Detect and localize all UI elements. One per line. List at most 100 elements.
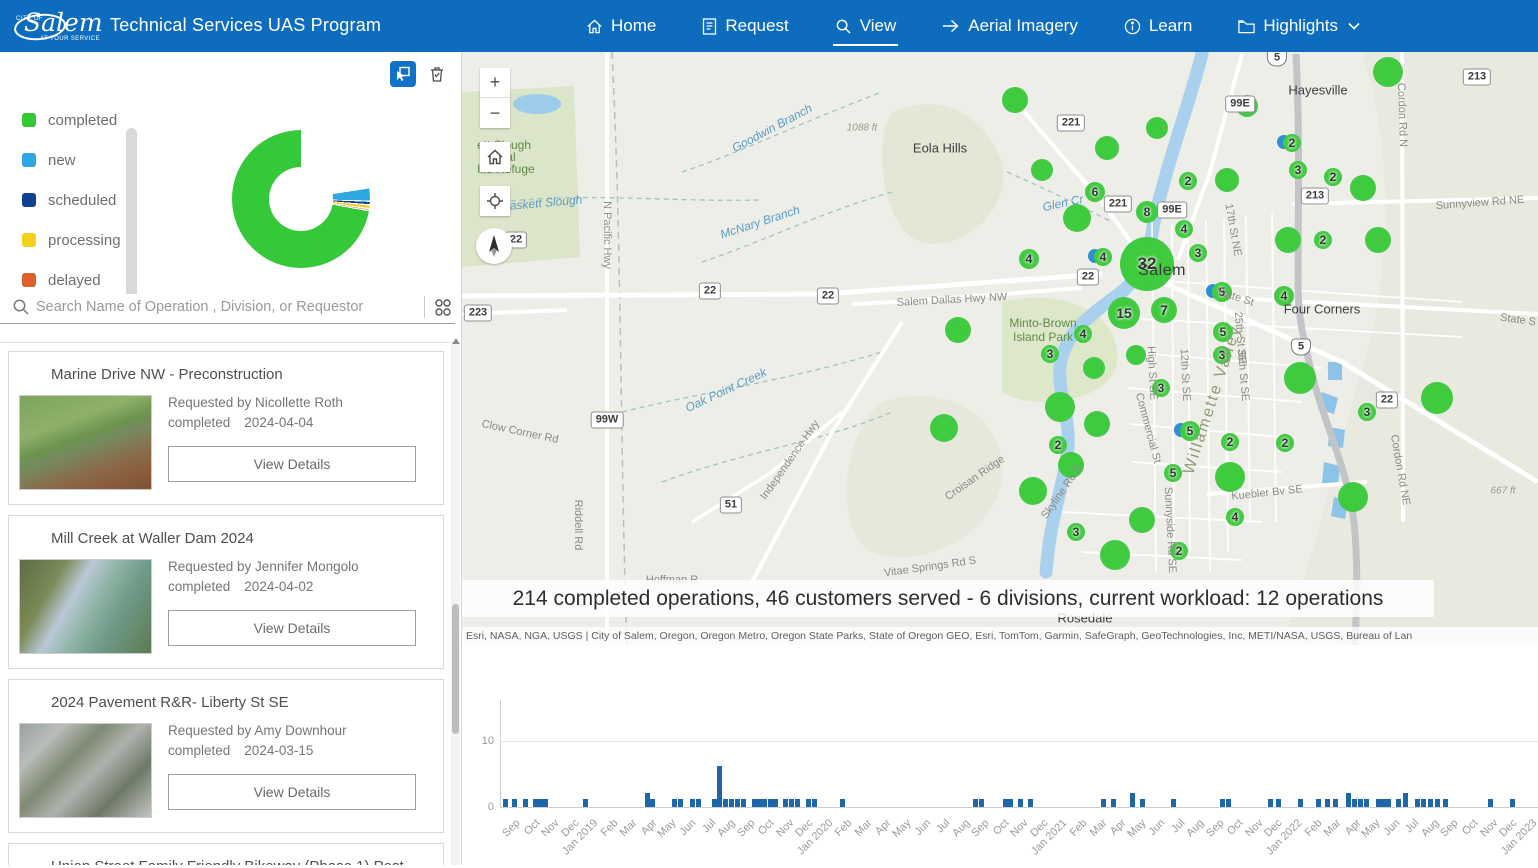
home-extent-button[interactable]	[480, 142, 510, 172]
point-marker[interactable]	[1126, 345, 1146, 365]
chart-bar[interactable]	[1421, 799, 1427, 807]
nav-item-home[interactable]: Home	[570, 0, 672, 52]
map-canvas[interactable]: 2 3 2 6 8 2 4 4 32 3 4 2 15 7 5 4 4 3 3 5 3 3 2 5 2 2 5 4 3 2 22 223 22…	[462, 52, 1538, 645]
chart-bar[interactable]	[1027, 799, 1033, 807]
point-marker[interactable]	[1215, 462, 1245, 492]
chart-bar[interactable]	[695, 799, 701, 807]
chart-bar[interactable]	[772, 799, 778, 807]
city-of-salem-logo[interactable]: CITY OF Salem AT YOUR SERVICE	[12, 6, 103, 46]
chart-bar[interactable]	[1363, 799, 1369, 807]
clear-selection-trash-icon[interactable]	[424, 61, 450, 87]
chart-bar[interactable]	[1007, 799, 1013, 807]
cluster-marker-2[interactable]: 2	[1179, 172, 1197, 190]
cards-scroll-thumb[interactable]	[452, 604, 459, 734]
chart-bar[interactable]	[1139, 799, 1145, 807]
cluster-marker-2[interactable]: 2	[1221, 433, 1239, 451]
chart-bar[interactable]	[522, 799, 528, 807]
chart-bar[interactable]	[840, 799, 846, 807]
chart-bar[interactable]	[582, 799, 588, 807]
cluster-marker-2[interactable]: 2	[1314, 231, 1332, 249]
cluster-marker-15[interactable]: 15	[1108, 297, 1140, 329]
chart-bar[interactable]	[812, 799, 818, 807]
point-marker[interactable]	[1045, 392, 1075, 422]
nav-item-request[interactable]: Request	[686, 0, 804, 52]
chart-bar[interactable]	[782, 799, 788, 807]
point-marker[interactable]	[1146, 117, 1168, 139]
point-marker[interactable]	[1215, 168, 1239, 192]
chart-bar[interactable]	[979, 799, 985, 807]
cluster-marker-8[interactable]: 8	[1136, 201, 1158, 223]
chart-bar[interactable]	[740, 799, 746, 807]
chart-bar[interactable]	[1386, 799, 1392, 807]
legend-item-processing[interactable]: processing	[22, 220, 122, 260]
chart-bar[interactable]	[1415, 799, 1420, 807]
chart-bar[interactable]	[1325, 799, 1331, 807]
search-input[interactable]	[36, 294, 406, 320]
chart-bar[interactable]	[1276, 799, 1281, 807]
chart-bar[interactable]	[1352, 799, 1358, 807]
chart-bar[interactable]	[543, 799, 549, 807]
cluster-marker-3[interactable]: 3	[1041, 345, 1059, 363]
chart-bar[interactable]	[1017, 799, 1023, 807]
point-marker[interactable]	[1365, 227, 1391, 253]
view-details-button[interactable]: View Details	[168, 774, 416, 810]
chart-bar[interactable]	[735, 799, 741, 807]
chart-bar[interactable]	[972, 799, 978, 807]
cluster-marker-4[interactable]: 4	[1019, 249, 1039, 269]
cluster-marker-3[interactable]: 3	[1289, 161, 1307, 179]
cluster-marker-2[interactable]: 2	[1049, 436, 1067, 454]
cluster-marker-3[interactable]: 3	[1189, 244, 1207, 262]
cluster-marker-4[interactable]: 4	[1226, 508, 1244, 526]
chart-bar[interactable]	[1403, 792, 1409, 807]
zoom-in-button[interactable]: +	[480, 68, 510, 98]
cluster-marker-4[interactable]: 4	[1074, 325, 1092, 343]
compass-icon[interactable]	[476, 228, 512, 264]
point-marker[interactable]	[1002, 87, 1028, 113]
view-details-button[interactable]: View Details	[168, 446, 416, 482]
chart-bar[interactable]	[650, 799, 656, 807]
point-marker[interactable]	[945, 317, 971, 343]
point-marker[interactable]	[1084, 411, 1110, 437]
cards-scrollbar[interactable]	[451, 344, 460, 865]
chart-bar[interactable]	[1357, 799, 1363, 807]
zoom-out-button[interactable]: −	[480, 98, 510, 128]
chart-bar[interactable]	[503, 799, 509, 807]
cluster-marker-6[interactable]: 6	[1085, 182, 1105, 202]
legend-scrollbar[interactable]	[126, 128, 137, 302]
cluster-marker-4[interactable]: 4	[1094, 248, 1112, 266]
point-marker[interactable]	[1338, 482, 1368, 512]
chart-bar[interactable]	[1225, 799, 1231, 807]
chart-bar[interactable]	[1297, 799, 1303, 807]
cluster-marker-4[interactable]: 4	[1175, 220, 1193, 238]
cluster-marker-7[interactable]: 7	[1151, 297, 1177, 323]
chart-bar[interactable]	[1427, 799, 1433, 807]
chart-bar[interactable]	[1434, 799, 1440, 807]
cluster-marker-2[interactable]: 2	[1324, 168, 1342, 186]
point-marker[interactable]	[1350, 175, 1376, 201]
card-thumbnail[interactable]	[19, 395, 152, 490]
chart-bar[interactable]	[1333, 799, 1339, 807]
locate-button[interactable]	[480, 186, 510, 216]
chart-bar[interactable]	[689, 799, 695, 807]
cluster-marker-2[interactable]: 2	[1283, 134, 1301, 152]
chart-bar[interactable]	[1129, 792, 1135, 807]
chart-bar[interactable]	[671, 799, 677, 807]
chart-bar[interactable]	[1510, 799, 1516, 807]
point-marker[interactable]	[1083, 357, 1105, 379]
chart-bar[interactable]	[806, 799, 812, 807]
chart-bar[interactable]	[762, 799, 768, 807]
point-marker[interactable]	[1100, 540, 1130, 570]
point-marker[interactable]	[1284, 362, 1316, 394]
card-thumbnail[interactable]	[19, 723, 152, 818]
point-marker[interactable]	[1031, 159, 1053, 181]
chart-bar[interactable]	[512, 799, 517, 807]
point-marker[interactable]	[1421, 382, 1453, 414]
point-marker[interactable]	[1129, 507, 1155, 533]
legend-item-scheduled[interactable]: scheduled	[22, 180, 122, 220]
chart-bar[interactable]	[1219, 799, 1225, 807]
point-marker[interactable]	[1019, 477, 1047, 505]
chart-bar[interactable]	[1487, 799, 1493, 807]
chart-bar[interactable]	[1101, 799, 1107, 807]
point-marker[interactable]	[1275, 227, 1301, 253]
legend-item-completed[interactable]: completed	[22, 100, 122, 140]
